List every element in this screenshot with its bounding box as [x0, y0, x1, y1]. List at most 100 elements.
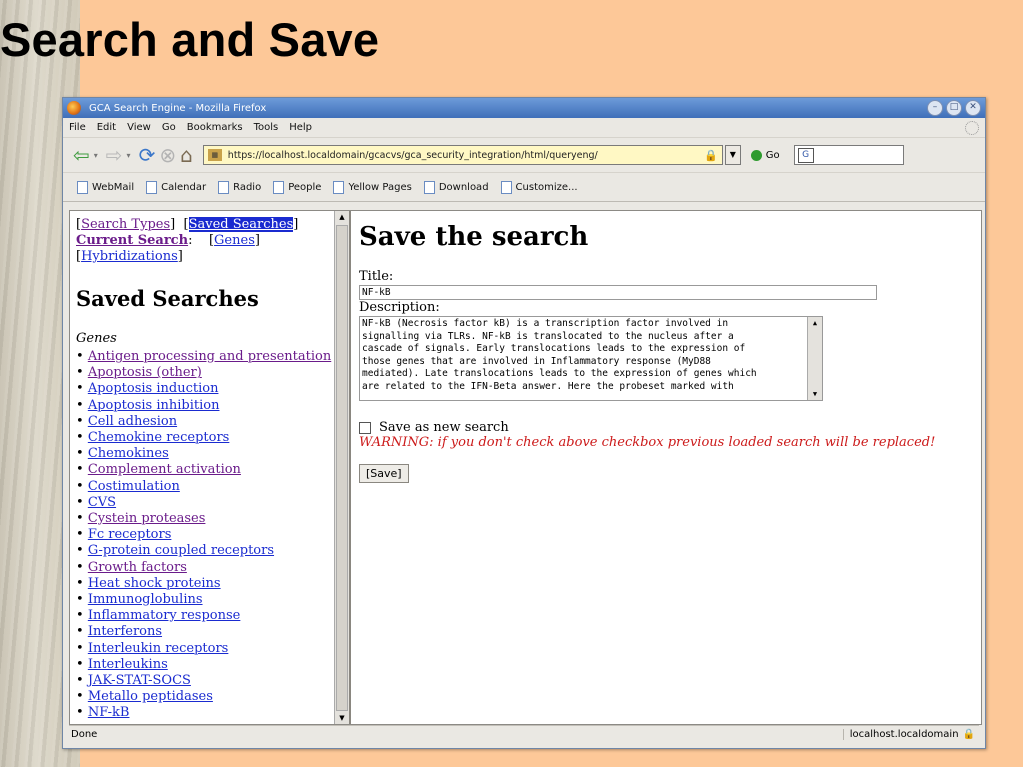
saved-search-link[interactable]: Costimulation: [88, 479, 180, 494]
minimize-icon[interactable]: –: [927, 100, 943, 116]
description-textarea[interactable]: NF-kB (Necrosis factor kB) is a transcri…: [359, 316, 823, 401]
saved-search-link[interactable]: Interleukin receptors: [88, 641, 229, 656]
go-icon: [750, 149, 762, 161]
list-item: CVS: [76, 495, 334, 511]
url-dropdown-icon[interactable]: ▼: [724, 145, 741, 165]
saved-searches-heading: Saved Searches: [76, 286, 259, 311]
saved-search-link[interactable]: Immunoglobulins: [88, 592, 203, 607]
scroll-down-icon[interactable]: ▼: [335, 712, 349, 724]
page-icon: [77, 180, 88, 194]
list-item: Growth factors: [76, 560, 334, 576]
search-input[interactable]: G: [793, 145, 904, 165]
forward-dropdown-icon[interactable]: ▾: [127, 151, 131, 160]
site-icon: ▦: [207, 149, 222, 161]
saved-search-link[interactable]: CVS: [88, 495, 116, 510]
page-icon: [423, 180, 435, 194]
page-title: Save the search: [359, 222, 589, 252]
scroll-up-icon[interactable]: ▲: [335, 211, 349, 223]
page-icon: [333, 180, 345, 194]
category-genes: Genes: [76, 331, 117, 346]
saved-search-link[interactable]: Heat shock proteins: [88, 576, 221, 591]
bookmark-label: People: [288, 181, 322, 193]
status-text: Done: [71, 728, 98, 740]
list-item: Interleukins: [76, 657, 334, 673]
saved-search-link[interactable]: Apoptosis (other): [88, 365, 202, 380]
navigation-toolbar: ⇦ ▾ ⇨ ▾ ⟳ ⊗ ⌂ ▦ https://localhost.locald…: [63, 138, 985, 173]
saved-search-link[interactable]: Interferons: [88, 624, 162, 639]
stop-icon[interactable]: ⊗: [159, 145, 176, 165]
saved-search-link[interactable]: Growth factors: [88, 560, 187, 575]
menu-bookmarks[interactable]: Bookmarks: [187, 122, 243, 133]
bookmark-people[interactable]: People: [273, 180, 322, 194]
list-item: Fc receptors: [76, 527, 334, 543]
back-dropdown-icon[interactable]: ▾: [94, 151, 98, 160]
menu-go[interactable]: Go: [162, 122, 176, 133]
saved-search-link[interactable]: NF-kB: [88, 705, 130, 720]
saved-search-link[interactable]: Cystein proteases: [88, 511, 206, 526]
saved-search-link[interactable]: JAK-STAT-SOCS: [88, 673, 191, 688]
saved-search-link[interactable]: Metallo peptidases: [88, 689, 213, 704]
go-label: Go: [765, 149, 780, 161]
search-types-link[interactable]: Search Types: [81, 217, 170, 232]
menu-help[interactable]: Help: [289, 122, 312, 133]
left-frame: [Search Types] [Saved Searches] Current …: [70, 211, 334, 724]
list-item: Cell adhesion: [76, 414, 334, 430]
menu-view[interactable]: View: [127, 122, 151, 133]
scrollbar-thumb[interactable]: [336, 225, 348, 711]
right-frame: Save the search Title: NF-kB Description…: [351, 211, 981, 724]
bookmark-label: WebMail: [92, 181, 135, 193]
list-item: Immunoglobulins: [76, 592, 334, 608]
title-field[interactable]: NF-kB: [359, 285, 877, 300]
save-button[interactable]: [Save]: [359, 464, 409, 483]
list-item: Apoptosis inhibition: [76, 398, 334, 414]
saved-search-link[interactable]: Apoptosis induction: [88, 381, 219, 396]
padlock-icon: 🔒: [704, 148, 718, 162]
menu-bar: File Edit View Go Bookmarks Tools Help: [63, 118, 985, 138]
bookmark-label: Calendar: [161, 181, 207, 193]
forward-arrow-icon[interactable]: ⇨: [106, 145, 123, 165]
go-button[interactable]: Go: [750, 149, 780, 161]
home-icon[interactable]: ⌂: [180, 145, 193, 165]
bookmarks-toolbar: WebMail Calendar Radio People Yellow Pag…: [63, 173, 985, 202]
saved-search-link[interactable]: Interleukins: [88, 657, 168, 672]
reload-icon[interactable]: ⟳: [139, 145, 156, 165]
bookmark-download[interactable]: Download: [423, 180, 489, 194]
menu-tools[interactable]: Tools: [254, 122, 279, 133]
saved-search-link[interactable]: Chemokine receptors: [88, 430, 230, 445]
bookmark-calendar[interactable]: Calendar: [146, 180, 207, 194]
page-icon: [273, 180, 285, 194]
saved-search-link[interactable]: Fc receptors: [88, 527, 172, 542]
hybridizations-link[interactable]: Hybridizations: [81, 249, 178, 264]
list-item: Apoptosis induction: [76, 381, 334, 397]
save-as-new-checkbox[interactable]: [359, 421, 371, 434]
bookmark-radio[interactable]: Radio: [218, 180, 261, 194]
bookmark-customize[interactable]: Customize...: [500, 180, 578, 194]
list-item: Chemokine receptors: [76, 430, 334, 446]
close-icon[interactable]: ✕: [965, 100, 981, 116]
saved-search-link[interactable]: Apoptosis inhibition: [88, 398, 220, 413]
textarea-scrollbar[interactable]: ▲ ▼: [807, 317, 822, 400]
bookmark-label: Download: [438, 181, 489, 193]
saved-search-link[interactable]: Chemokines: [88, 446, 169, 461]
url-bar[interactable]: ▦ https://localhost.localdomain/gcacvs/g…: [202, 145, 723, 165]
saved-search-link[interactable]: Cell adhesion: [88, 414, 177, 429]
saved-search-link[interactable]: Inflammatory response: [88, 608, 241, 623]
back-arrow-icon[interactable]: ⇦: [73, 145, 90, 165]
list-item: Chemokines: [76, 446, 334, 462]
list-item: Interleukin receptors: [76, 641, 334, 657]
scroll-up-icon[interactable]: ▲: [808, 317, 822, 330]
menu-edit[interactable]: Edit: [97, 122, 116, 133]
bookmark-yellow-pages[interactable]: Yellow Pages: [333, 180, 412, 194]
scroll-down-icon[interactable]: ▼: [808, 388, 822, 401]
maximize-icon[interactable]: □: [946, 100, 962, 116]
saved-search-link[interactable]: Antigen processing and presentation: [88, 349, 331, 364]
bookmark-webmail[interactable]: WebMail: [77, 180, 135, 194]
current-search-link[interactable]: Current Search: [76, 233, 188, 248]
left-frame-scrollbar[interactable]: ▲ ▼: [334, 211, 351, 724]
saved-search-link[interactable]: G-protein coupled receptors: [88, 543, 274, 558]
saved-searches-link[interactable]: Saved Searches: [188, 217, 294, 232]
status-host: localhost.localdomain 🔒: [842, 728, 979, 740]
menu-file[interactable]: File: [69, 122, 86, 133]
saved-search-link[interactable]: Complement activation: [88, 462, 241, 477]
genes-link[interactable]: Genes: [214, 233, 255, 248]
